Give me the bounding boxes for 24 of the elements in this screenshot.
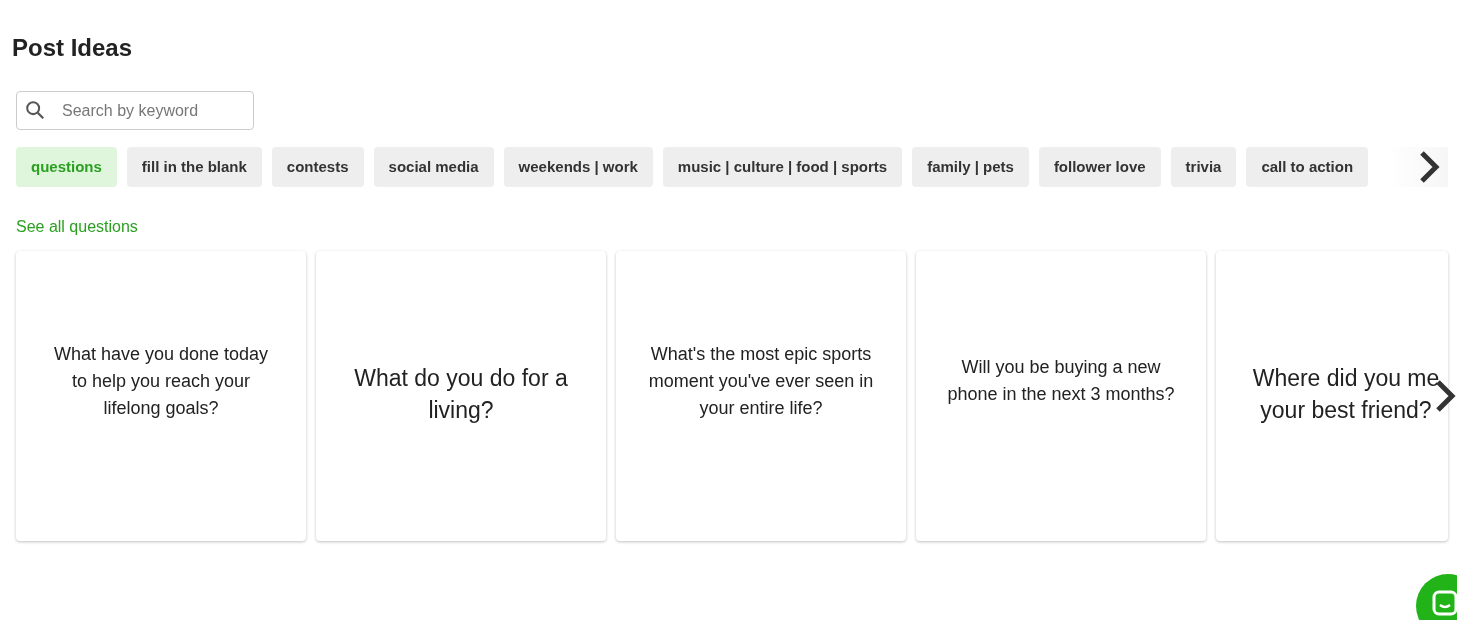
question-card[interactable]: Where did you me your best friend? xyxy=(1216,251,1448,541)
question-text: What do you do for a living? xyxy=(353,363,569,425)
category-tag[interactable]: contests xyxy=(271,147,364,187)
page-title: Post Ideas xyxy=(12,33,133,63)
question-card[interactable]: What have you done today to help you reach your lifelong goals? xyxy=(16,251,306,541)
chat-icon xyxy=(1432,590,1457,616)
category-tag[interactable]: follower love xyxy=(1038,147,1161,187)
question-card[interactable]: Will you be buying a new phone in the next 3 months? xyxy=(916,251,1206,541)
category-tag[interactable]: trivia xyxy=(1170,147,1237,187)
see-all-link[interactable]: See all questions xyxy=(16,215,138,239)
search-field[interactable]: Search by keyword xyxy=(16,91,254,130)
question-text: What's the most epic sports moment you've ever seen in your entire life? xyxy=(647,342,875,420)
category-tag[interactable]: weekends | work xyxy=(503,147,653,187)
question-text: Will you be buying a new phone in the next 3 months? xyxy=(946,356,1176,406)
category-tag[interactable]: call to action xyxy=(1246,147,1369,187)
question-text: What have you done today to help you reach your lifelong goals? xyxy=(52,342,270,420)
search-icon xyxy=(24,99,46,121)
category-tag[interactable]: music | culture | food | sports xyxy=(662,147,903,187)
category-tag[interactable]: social media xyxy=(373,147,494,187)
question-card[interactable]: What do you do for a living? xyxy=(316,251,606,541)
category-tag[interactable]: family | pets xyxy=(912,147,1029,187)
category-tag[interactable]: fill in the blank xyxy=(126,147,262,187)
question-text: Where did you me your best friend? xyxy=(1252,363,1440,425)
question-card[interactable]: What's the most epic sports moment you've ever seen in your entire life? xyxy=(616,251,906,541)
